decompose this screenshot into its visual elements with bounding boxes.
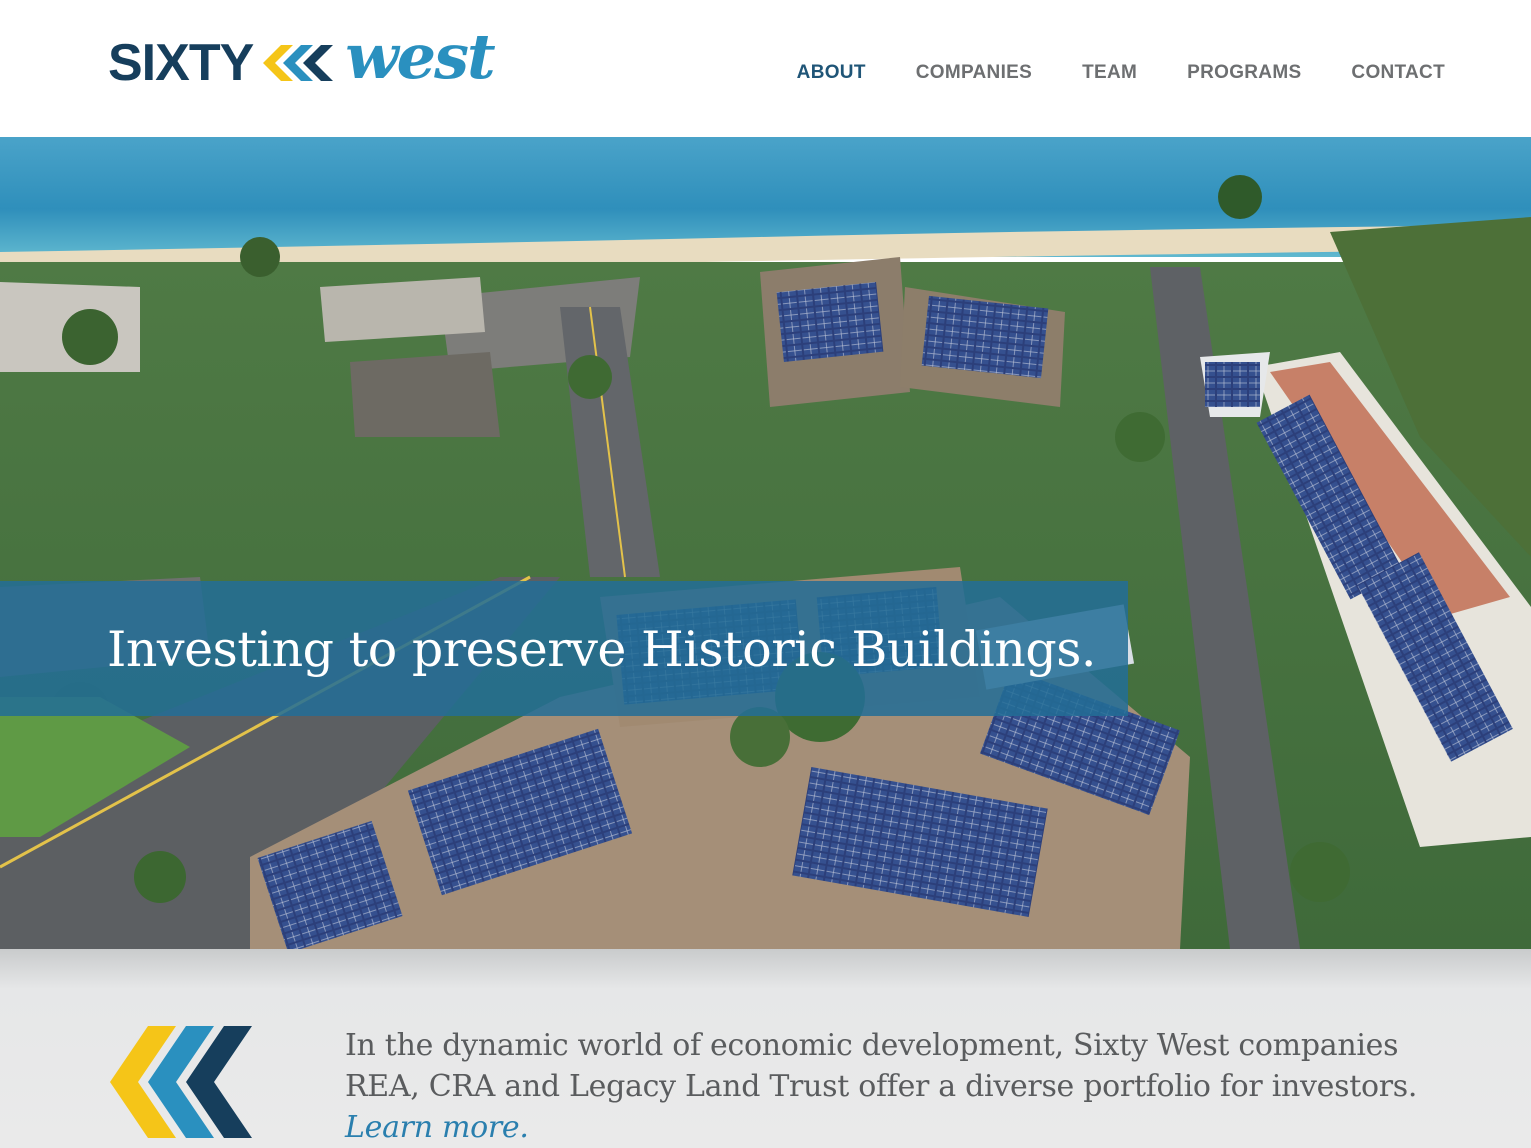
- main-nav: ABOUT COMPANIES TEAM PROGRAMS CONTACT: [797, 62, 1445, 84]
- nav-about[interactable]: ABOUT: [797, 62, 866, 84]
- intro-body: In the dynamic world of economic develop…: [345, 1028, 1418, 1104]
- hero-banner: Investing to preserve Historic Buildings…: [0, 581, 1128, 716]
- triple-chevron-icon: [110, 1026, 252, 1138]
- logo-chevrons-icon: [263, 45, 334, 81]
- hero-headline: Investing to preserve Historic Buildings…: [107, 621, 1096, 678]
- logo-wordmark-west: west: [345, 20, 495, 93]
- learn-more-link[interactable]: Learn more.: [345, 1110, 529, 1145]
- nav-programs[interactable]: PROGRAMS: [1187, 62, 1301, 84]
- site-logo[interactable]: SIXTY west: [108, 20, 496, 98]
- logo-wordmark-sixty: SIXTY: [108, 34, 254, 92]
- intro-section: In the dynamic world of economic develop…: [0, 949, 1531, 1148]
- site-header: SIXTY west ABOUT COMPANIES TEAM PROGRAMS…: [0, 0, 1531, 137]
- nav-contact[interactable]: CONTACT: [1351, 62, 1445, 84]
- intro-paragraph: In the dynamic world of economic develop…: [345, 1025, 1445, 1148]
- hero-aerial-image: [0, 137, 1531, 949]
- nav-team[interactable]: TEAM: [1082, 62, 1137, 84]
- hero-section: Investing to preserve Historic Buildings…: [0, 137, 1531, 949]
- nav-companies[interactable]: COMPANIES: [916, 62, 1032, 84]
